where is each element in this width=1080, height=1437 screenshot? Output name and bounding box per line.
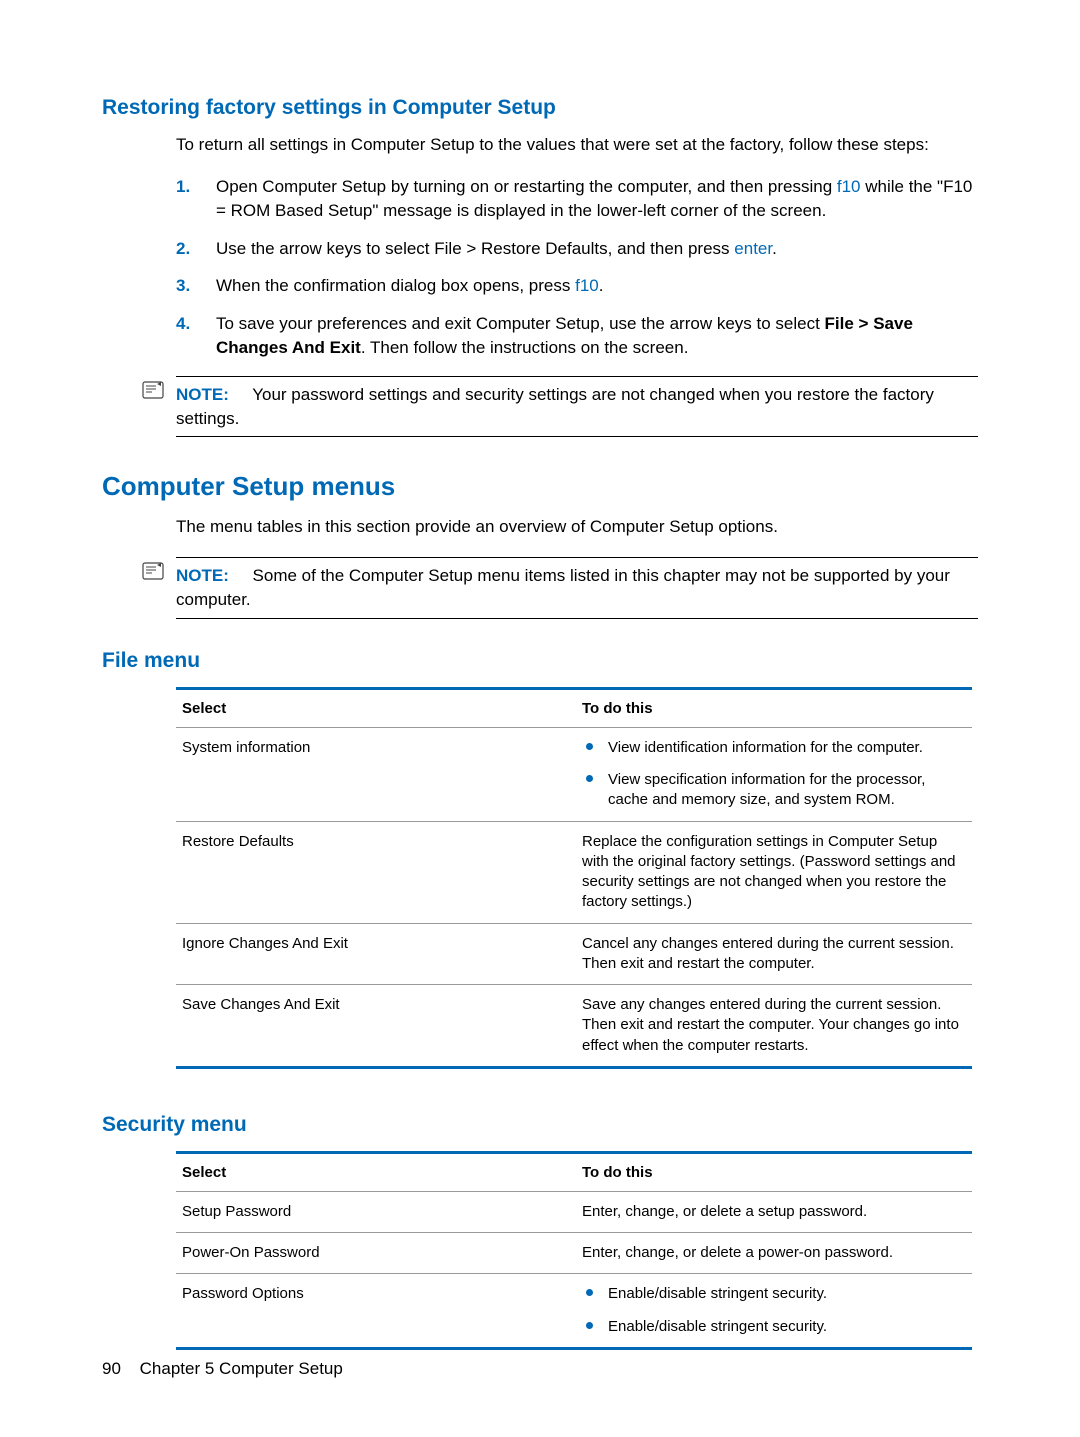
step-text: To save your preferences and exit Comput… [216,314,913,357]
cell-select: Save Changes And Exit [176,985,576,1068]
table-header-select: Select [176,688,576,727]
cell-select: Ignore Changes And Exit [176,923,576,985]
note-text: Your password settings and security sett… [176,385,934,428]
key-name: f10 [575,276,599,295]
heading-restoring-factory: Restoring factory settings in Computer S… [102,96,978,120]
heading-file-menu: File menu [102,649,978,673]
note-text: Some of the Computer Setup menu items li… [176,566,950,609]
key-name: f10 [837,177,861,196]
cell-todo: Replace the configuration settings in Co… [576,821,972,923]
cell-select: Restore Defaults [176,821,576,923]
key-name: enter [734,239,772,258]
table-header-todo: To do this [576,688,972,727]
security-menu-table: Select To do this Setup PasswordEnter, c… [176,1151,972,1350]
step-number: 3. [176,274,190,298]
note-icon [142,381,164,399]
step-text: Use the arrow keys to select File > Rest… [216,239,777,258]
note-icon [142,562,164,580]
step-item: 2. Use the arrow keys to select File > Re… [176,237,978,261]
table-row: Power-On PasswordEnter, change, or delet… [176,1233,972,1274]
cell-select: Setup Password [176,1191,576,1232]
cell-select: Power-On Password [176,1233,576,1274]
chapter-label: Chapter 5 Computer Setup [140,1359,343,1378]
bullet-item: Enable/disable stringent security. [582,1317,966,1337]
note-label: NOTE: [176,385,229,404]
table-row: Password OptionsEnable/disable stringent… [176,1274,972,1349]
table-row: Save Changes And ExitSave any changes en… [176,985,972,1068]
step-item: 3. When the confirmation dialog box opens… [176,274,978,298]
bullet-item: View identification information for the … [582,738,966,758]
cell-select: System information [176,727,576,821]
step-text: When the confirmation dialog box opens, … [216,276,603,295]
table-row: Ignore Changes And ExitCancel any change… [176,923,972,985]
note-block-2: NOTE: Some of the Computer Setup menu it… [176,557,978,619]
step-number: 4. [176,312,190,336]
cell-todo: Enter, change, or delete a setup passwor… [576,1191,972,1232]
cell-todo: Enable/disable stringent security. Enable… [576,1274,972,1349]
table-row: Setup PasswordEnter, change, or delete a… [176,1191,972,1232]
step-number: 1. [176,175,190,199]
note-block-1: NOTE: Your password settings and securit… [176,376,978,438]
step-item: 4. To save your preferences and exit Comp… [176,312,978,360]
cell-todo: Save any changes entered during the curr… [576,985,972,1068]
table-header-select: Select [176,1152,576,1191]
file-menu-table: Select To do this System informationView… [176,687,972,1069]
page-number: 90 [102,1359,121,1378]
bullet-list: Enable/disable stringent security. Enable… [582,1284,966,1337]
step-item: 1. Open Computer Setup by turning on or r… [176,175,978,223]
bold-text: File > Save Changes And Exit [216,314,913,357]
cell-todo: Cancel any changes entered during the cu… [576,923,972,985]
bullet-item: View specification information for the p… [582,770,966,811]
table-row: System information View identification in… [176,727,972,821]
steps-list: 1. Open Computer Setup by turning on or r… [176,175,978,360]
intro-paragraph: To return all settings in Computer Setup… [176,134,978,157]
step-text: Open Computer Setup by turning on or res… [216,177,972,220]
bullet-list: View identification information for the … [582,738,966,811]
page-footer: 90 Chapter 5 Computer Setup [102,1359,343,1379]
bullet-item: Enable/disable stringent security. [582,1284,966,1304]
step-number: 2. [176,237,190,261]
cell-todo: Enter, change, or delete a power-on pass… [576,1233,972,1274]
note-label: NOTE: [176,566,229,585]
intro-paragraph-2: The menu tables in this section provide … [176,516,978,539]
table-header-todo: To do this [576,1152,972,1191]
cell-select: Password Options [176,1274,576,1349]
table-row: Restore DefaultsReplace the configuratio… [176,821,972,923]
cell-todo: View identification information for the … [576,727,972,821]
heading-security-menu: Security menu [102,1113,978,1137]
heading-computer-setup-menus: Computer Setup menus [102,471,978,502]
